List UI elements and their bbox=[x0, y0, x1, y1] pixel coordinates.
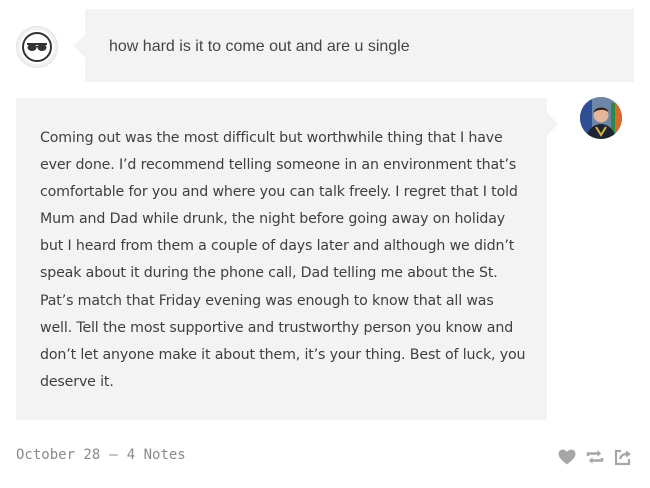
answer-bubble: Coming out was the most difficult but wo… bbox=[16, 98, 547, 420]
share-icon[interactable] bbox=[613, 447, 633, 467]
post-meta: October 28–4 Notes bbox=[16, 447, 186, 463]
answer-text: Coming out was the most difficult but wo… bbox=[40, 130, 526, 390]
answerer-avatar[interactable] bbox=[580, 97, 622, 139]
reblog-icon[interactable] bbox=[585, 447, 605, 467]
meta-separator: – bbox=[109, 447, 118, 463]
question-bubble: how hard is it to come out and are u sin… bbox=[85, 9, 634, 82]
asker-avatar[interactable] bbox=[16, 26, 58, 68]
post-actions bbox=[557, 447, 633, 467]
heart-icon[interactable] bbox=[557, 447, 577, 467]
sunglasses-icon bbox=[22, 32, 52, 62]
question-text: how hard is it to come out and are u sin… bbox=[109, 38, 410, 55]
profile-photo bbox=[580, 97, 622, 139]
post-date[interactable]: October 28 bbox=[16, 447, 100, 463]
notes-count[interactable]: 4 Notes bbox=[127, 447, 186, 463]
